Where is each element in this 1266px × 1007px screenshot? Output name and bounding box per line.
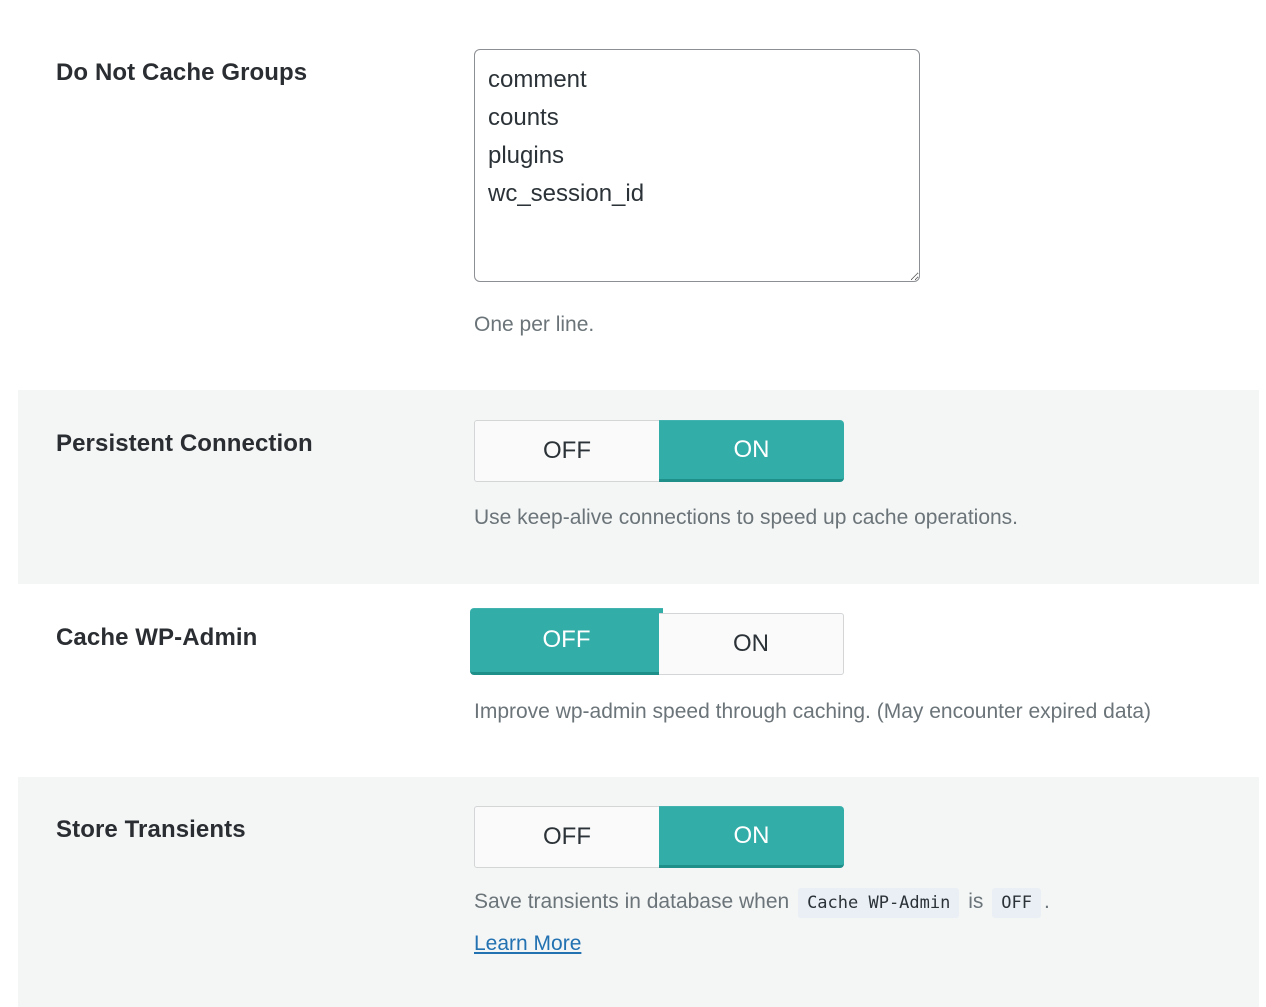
- do-not-cache-groups-textarea[interactable]: [474, 49, 920, 282]
- cache-wp-admin-description: Improve wp-admin speed through caching. …: [474, 700, 1152, 723]
- persistent-connection-label: Persistent Connection: [56, 430, 313, 457]
- row-persistent-connection: Persistent Connection OFF ON Use keep-al…: [18, 390, 1259, 584]
- persistent-connection-switch: OFF ON: [474, 420, 844, 482]
- learn-more-link[interactable]: Learn More: [474, 932, 581, 956]
- store-transients-switch: OFF ON: [474, 806, 844, 868]
- do-not-cache-groups-description: One per line.: [474, 313, 595, 336]
- store-transients-description: Save transients in database when Cache W…: [474, 888, 1050, 918]
- store-transients-description-suffix: .: [1043, 890, 1050, 913]
- off-code: OFF: [992, 888, 1041, 918]
- row-do-not-cache-groups: Do Not Cache Groups One per line.: [18, 7, 1259, 390]
- row-cache-wp-admin: Cache WP-Admin OFF ON Improve wp-admin s…: [18, 584, 1259, 777]
- persistent-connection-on-button[interactable]: ON: [659, 420, 844, 482]
- object-cache-settings: Do Not Cache Groups One per line. Persis…: [18, 7, 1259, 1007]
- cache-wp-admin-code: Cache WP-Admin: [798, 888, 960, 918]
- cache-wp-admin-label: Cache WP-Admin: [56, 624, 258, 651]
- persistent-connection-description: Use keep-alive connections to speed up c…: [474, 506, 1019, 529]
- do-not-cache-groups-label: Do Not Cache Groups: [56, 59, 308, 86]
- store-transients-label: Store Transients: [56, 816, 246, 843]
- store-transients-off-button[interactable]: OFF: [474, 806, 659, 868]
- cache-wp-admin-on-button[interactable]: ON: [659, 613, 844, 675]
- cache-wp-admin-switch: OFF ON: [470, 608, 844, 675]
- persistent-connection-off-button[interactable]: OFF: [474, 420, 659, 482]
- store-transients-description-prefix: Save transients in database when: [474, 890, 790, 913]
- row-store-transients: Store Transients OFF ON Save transients …: [18, 777, 1259, 1007]
- store-transients-on-button[interactable]: ON: [659, 806, 844, 868]
- store-transients-description-is: is: [968, 890, 984, 913]
- cache-wp-admin-off-button[interactable]: OFF: [470, 608, 663, 675]
